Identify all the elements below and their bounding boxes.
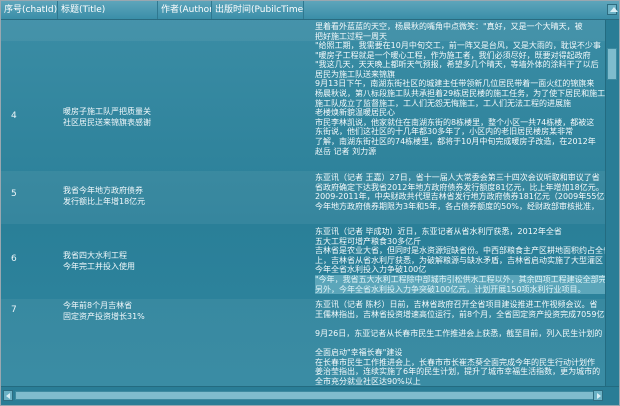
row-id: 5 bbox=[11, 189, 17, 199]
row-id: 7 bbox=[11, 305, 17, 315]
content-line: 在长春市民生工作推进会上，长春市市长崔杰葵全面完成今年的民生行动计划作 bbox=[315, 357, 595, 367]
table-row[interactable]: 7 今年前8个月吉林省 固定资产投资增长31% 东亚讯（记者 陈杉）日前，吉林省… bbox=[1, 299, 606, 386]
row-content: 东亚讯（记者 毕成功）近日，东亚记者从省水利厅获悉，2012年全省 五大工程可增… bbox=[315, 227, 606, 295]
content-line: 老楼焕新貌温暖居民心 bbox=[315, 108, 395, 118]
scroll-right-icon[interactable] bbox=[593, 390, 603, 401]
content-line: 东街说，他们这社区的十几年都30多年了，小区内的老旧居民楼房某非常 bbox=[315, 127, 574, 137]
column-header-publictime[interactable]: 出版时间(PubilcTime) bbox=[212, 1, 304, 19]
content-line: 东亚讯（记者 陈杉）日前，吉林省政府召开全省项目建设推进工作视频会议。省 bbox=[315, 300, 598, 309]
content-line: 省政府确定下达我省2012年地方政府债券发行额度81亿元，比上年增加18亿元。 bbox=[315, 182, 604, 192]
content-line: 了解，南湖东街社区的74栋楼里，都将于10月中旬完成暖房子改造，在2012年 bbox=[315, 136, 596, 146]
row-title-line: 固定资产投资增长31% bbox=[63, 312, 145, 321]
content-line: 今年全省水利投入力争破100亿 bbox=[315, 265, 427, 275]
content-line: 全面启动"幸福长春"建设 bbox=[315, 347, 403, 357]
row-id: 4 bbox=[11, 111, 17, 121]
data-grid-window: 序号(chatId) 标题(Title) 作者(Author) 出版时间(Pub… bbox=[0, 0, 620, 406]
content-line: 上，吉林省从省水利厅获悉，为破解粮源与缺水矛盾，吉林省启动实施了大型灌区 bbox=[315, 255, 603, 265]
table-row[interactable]: 6 我省四大水利工程 今年完工并投入使用 东亚讯（记者 毕成功）近日，东亚记者从… bbox=[1, 224, 606, 299]
row-title-line: 我省今年地方政府债券 bbox=[63, 186, 143, 195]
column-header-author[interactable]: 作者(Author) bbox=[158, 1, 212, 19]
row-title: 今年前8个月吉林省 固定资产投资增长31% bbox=[63, 300, 163, 322]
column-header-filler bbox=[304, 1, 605, 19]
content-line: 里着看外蓝蓝的天空，杨晨秋的嘴角中点微笑："真好，又是一个大晴天，被 bbox=[315, 22, 583, 31]
column-header-title[interactable]: 标题(Title) bbox=[58, 1, 158, 19]
content-line: 全市充分就业社区达90%以上 bbox=[315, 376, 421, 386]
content-line bbox=[315, 338, 606, 348]
scroll-left-icon[interactable] bbox=[3, 390, 13, 401]
content-line: "今年，我省五大水利工程除中部城市引松供水工程以外，其余四项工程建设全部完 bbox=[315, 274, 606, 285]
vertical-scroll-thumb[interactable] bbox=[607, 48, 617, 80]
vertical-scrollbar[interactable] bbox=[605, 20, 619, 386]
content-line: 2009-2011年，中央财政共代理吉林省发行地方政府债券181亿元（2009年… bbox=[315, 192, 606, 202]
row-title-line: 社区居民送来锦旗表感谢 bbox=[63, 118, 151, 127]
content-line: 五大工程可增产粮食30多亿斤 bbox=[315, 236, 422, 246]
content-line: 9月13日下午，南湖东街社区的城建主任带领新几位居民带着一面火红的锦旗来 bbox=[315, 79, 595, 89]
content-line: 把好施工过程一周天 bbox=[315, 31, 387, 41]
row-title-line: 暖房子施工队严把质量关 bbox=[63, 107, 151, 116]
row-id: 6 bbox=[11, 254, 17, 264]
table-row[interactable]: 4 暖房子施工队严把质量关 社区居民送来锦旗表感谢 "给照工期，我需要在10月中… bbox=[1, 41, 606, 192]
content-line: "暖房子工程就是一个暖心工程，作为施工者，我们必须尽好，既要对得起政府 bbox=[315, 50, 591, 60]
row-title-line: 我省四大水利工程 bbox=[63, 251, 127, 260]
content-line: 姜治莹指出，连续实施了6年的民生计划，提升了城市幸福生活指数，更为城市的 bbox=[315, 367, 601, 377]
row-title: 我省今年地方政府债券 发行额比上年增18亿元 bbox=[63, 185, 163, 207]
content-line bbox=[315, 319, 606, 329]
content-line: 9月26日，东亚记者从长春市民生工作推进会上获悉，截至目前，列入民生计划的 bbox=[315, 328, 603, 338]
row-title-line: 发行额比上年增18亿元 bbox=[63, 197, 146, 206]
table-row[interactable]: 里着看外蓝蓝的天空，杨晨秋的嘴角中点微笑："真好，又是一个大晴天，被 把好施工过… bbox=[1, 20, 606, 41]
content-line: 赵岳 记者 刘力源 bbox=[315, 146, 377, 156]
table-row[interactable]: 5 我省今年地方政府债券 发行额比上年增18亿元 东亚讯（记者 王嘉）27日，省… bbox=[1, 171, 606, 224]
grid-body: 里着看外蓝蓝的天空，杨晨秋的嘴角中点微笑："真好，又是一个大晴天，被 把好施工过… bbox=[1, 20, 606, 386]
row-title-line: 今年完工并投入使用 bbox=[63, 262, 135, 271]
content-line: "我这几天，天天晚上都听天气预报，希望多几个晴天，等墙外体的涂料干了以后 bbox=[315, 60, 599, 70]
row-title-line: 今年前8个月吉林省 bbox=[63, 301, 133, 310]
row-content: 东亚讯（记者 王嘉）27日，省十一届人大常委会第三十四次会议听取和审议了省 省政… bbox=[315, 173, 606, 211]
content-line: 居民为施工队送来锦旗 bbox=[315, 69, 395, 79]
content-line: 东亚讯（记者 毕成功）近日，东亚记者从省水利厅获悉，2012年全省 bbox=[315, 227, 562, 236]
content-line: 市民李林凯说，他家就住在南湖东街的8栋楼里，整个小区一共74栋楼，都被这 bbox=[315, 117, 595, 127]
content-line: 吉林省是农业大省，但同时是水资源短缺省份。中西部粮食主产区耕地面积约占全省 bbox=[315, 246, 606, 256]
content-line: 东亚讯（记者 王嘉）27日，省十一届人大常委会第三十四次会议听取和审议了省 bbox=[315, 173, 600, 182]
column-header-row: 序号(chatId) 标题(Title) 作者(Author) 出版时间(Pub… bbox=[1, 1, 619, 20]
row-content: 东亚讯（记者 陈杉）日前，吉林省政府召开全省项目建设推进工作视频会议。省 王儒林… bbox=[315, 300, 606, 386]
column-header-chatid[interactable]: 序号(chatId) bbox=[1, 1, 58, 19]
content-line: 王儒林指出，吉林省投资增速高位运行，前8个月，全省固定资产投资完成7059亿 bbox=[315, 309, 605, 319]
horizontal-scroll-thumb[interactable] bbox=[15, 391, 601, 400]
horizontal-scrollbar[interactable] bbox=[1, 386, 619, 405]
content-line: 另外，今年全省水利投入力争突破100亿元，计划开展150项水利行业项目。 bbox=[315, 284, 606, 295]
content-line: 杨晨秋说，第八标段施工队共承担着29栋居民楼的施工任务，为了使下居民和施工 bbox=[315, 88, 606, 98]
row-content: "给照工期，我需要在10月中旬交工，前一阵又是台风，又是大雨的，耽误不少事 "暖… bbox=[315, 41, 606, 156]
row-title: 我省四大水利工程 今年完工并投入使用 bbox=[63, 250, 163, 272]
row-title: 暖房子施工队严把质量关 社区居民送来锦旗表感谢 bbox=[63, 106, 163, 128]
content-line: 施工队成立了监督施工，工人们无怨无悔施工，工人们无法工程的进展施 bbox=[315, 98, 571, 108]
content-line: 今年地方政府债券期限为3年和5年，各占债券额度的50%，经财政部审核批准， bbox=[315, 201, 599, 211]
row-content: 里着看外蓝蓝的天空，杨晨秋的嘴角中点微笑："真好，又是一个大晴天，被 把好施工过… bbox=[315, 22, 606, 41]
scroll-up-icon[interactable] bbox=[607, 4, 618, 15]
content-line: "给照工期，我需要在10月中旬交工，前一阵又是台风，又是大雨的，耽误不少事 bbox=[315, 41, 601, 50]
